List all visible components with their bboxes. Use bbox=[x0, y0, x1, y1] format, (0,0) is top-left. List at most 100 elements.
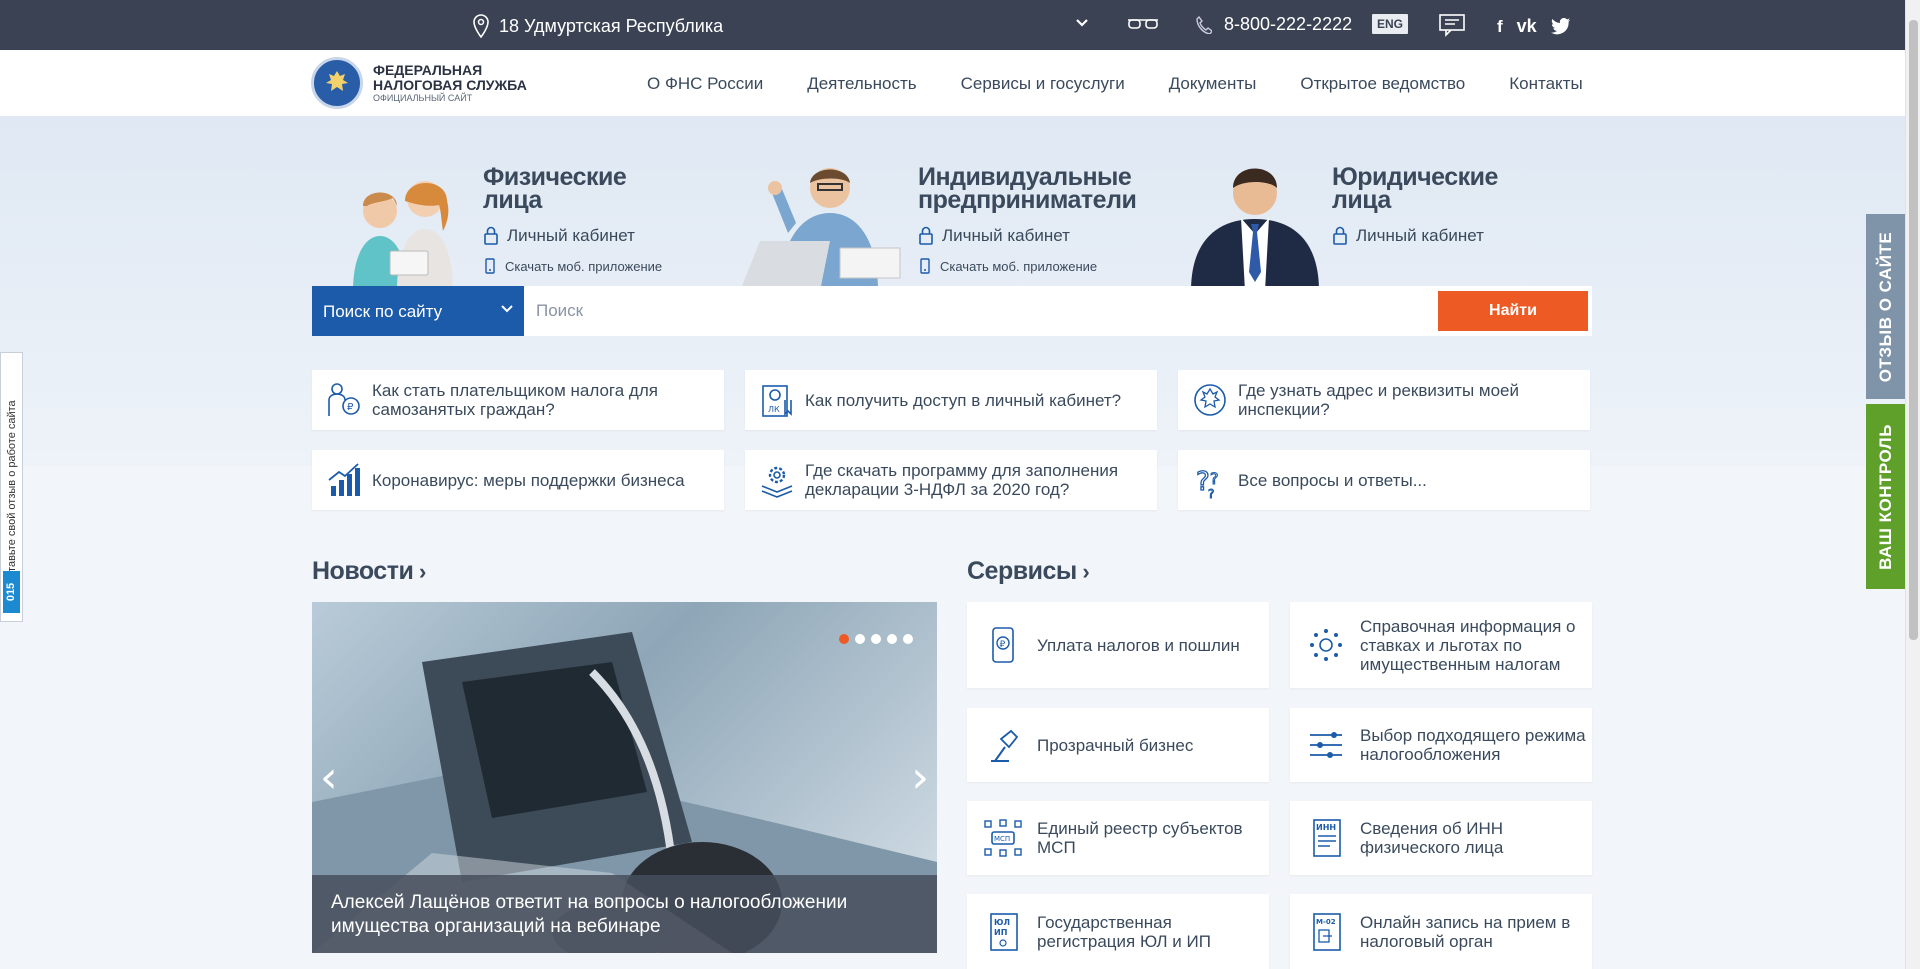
vk-icon[interactable]: vk bbox=[1517, 16, 1537, 37]
site-search: Поиск по сайту Найти bbox=[312, 286, 1592, 336]
appointment-icon: М-02 bbox=[1306, 912, 1346, 952]
quick-link-declaration-software[interactable]: Где скачать программу для заполнения дек… bbox=[745, 450, 1157, 510]
lock-icon bbox=[1333, 226, 1347, 245]
nav-services[interactable]: Сервисы и госуслуги bbox=[961, 74, 1125, 94]
payment-phone-icon: ₽ bbox=[983, 625, 1023, 665]
slider-prev-icon[interactable]: ‹ bbox=[320, 752, 338, 803]
phone-icon bbox=[1196, 15, 1212, 34]
service-online-appointment[interactable]: М-02 Онлайн запись на прием в налоговый … bbox=[1290, 894, 1592, 969]
search-button[interactable]: Найти bbox=[1438, 291, 1588, 331]
accessibility-glasses-icon[interactable] bbox=[1126, 14, 1160, 39]
slider-dot[interactable] bbox=[903, 634, 913, 644]
search-input[interactable] bbox=[536, 296, 1436, 326]
news-title[interactable]: Новости › bbox=[312, 557, 426, 586]
growth-chart-icon bbox=[326, 460, 362, 500]
emblem-icon bbox=[311, 57, 363, 109]
lock-icon bbox=[484, 226, 498, 245]
quick-link-selfemployed[interactable]: ₽ Как стать плательщиком налога для само… bbox=[312, 370, 724, 430]
feedback-counter: 015 bbox=[3, 571, 20, 613]
logo-line1: ФЕДЕРАЛЬНАЯ bbox=[373, 62, 483, 78]
quick-link-cabinet-access[interactable]: ЛК Как получить доступ в личный кабинет? bbox=[745, 370, 1157, 430]
svg-text:МСП: МСП bbox=[994, 835, 1010, 843]
slider-dot[interactable] bbox=[855, 634, 865, 644]
individuals-cabinet-link[interactable]: Личный кабинет bbox=[483, 226, 635, 246]
site-feedback-tab[interactable]: ОТЗЫВ О САЙТЕ bbox=[1866, 214, 1906, 399]
your-control-tab[interactable]: ВАШ КОНТРОЛЬ bbox=[1866, 404, 1906, 589]
slider-dot[interactable] bbox=[839, 634, 849, 644]
quick-link-inspection-details[interactable]: Где узнать адрес и реквизиты моей инспек… bbox=[1178, 370, 1590, 430]
entrepreneurs-app-link[interactable]: Скачать моб. приложение bbox=[920, 258, 1097, 274]
entrepreneurs-photo[interactable] bbox=[740, 158, 910, 291]
twitter-icon[interactable] bbox=[1550, 18, 1571, 35]
site-header: ФЕДЕРАЛЬНАЯ НАЛОГОВАЯ СЛУЖБА ОФИЦИАЛЬНЫЙ… bbox=[0, 50, 1905, 116]
sliders-icon bbox=[1306, 725, 1346, 765]
top-bar: 18 Удмуртская Республика 8-800-222-2222 … bbox=[0, 0, 1905, 50]
search-scope-select[interactable]: Поиск по сайту bbox=[312, 286, 524, 336]
mobile-phone-icon bbox=[920, 258, 930, 274]
entrepreneurs-title[interactable]: Индивидуальные предприниматели bbox=[918, 165, 1137, 213]
region-label[interactable]: 18 Удмуртская Республика bbox=[499, 16, 723, 37]
service-msp-registry[interactable]: МСП Единый реестр субъектов МСП bbox=[967, 801, 1269, 875]
svg-text:₽: ₽ bbox=[1000, 640, 1006, 650]
nav-documents[interactable]: Документы bbox=[1169, 74, 1257, 94]
lock-icon bbox=[919, 226, 933, 245]
svg-text:ЛК: ЛК bbox=[768, 405, 780, 414]
page-scrollbar[interactable] bbox=[1905, 0, 1920, 969]
service-state-registration[interactable]: ЮЛ ИП Государственная регистрация ЮЛ и ИП bbox=[967, 894, 1269, 969]
service-inn-info[interactable]: ИНН Сведения об ИНН физического лица bbox=[1290, 801, 1592, 875]
services-title[interactable]: Сервисы › bbox=[967, 557, 1090, 586]
legal-entities-cabinet-link[interactable]: Личный кабинет bbox=[1332, 226, 1484, 246]
property-info-icon bbox=[1306, 625, 1346, 665]
registration-icon: ЮЛ ИП bbox=[983, 912, 1023, 952]
slider-dot[interactable] bbox=[887, 634, 897, 644]
nav-activity[interactable]: Деятельность bbox=[807, 74, 916, 94]
service-property-tax-info[interactable]: Справочная информация о ставках и льгота… bbox=[1290, 602, 1592, 688]
language-switch[interactable]: ENG bbox=[1372, 14, 1409, 34]
svg-text:ИП: ИП bbox=[994, 928, 1007, 937]
quick-link-covid-support[interactable]: Коронавирус: меры поддержки бизнеса bbox=[312, 450, 724, 510]
software-gear-icon bbox=[759, 460, 795, 500]
location-pin-icon bbox=[473, 14, 489, 38]
service-tax-regime[interactable]: Выбор подходящего режима налогообложения bbox=[1290, 708, 1592, 782]
individuals-title[interactable]: Физические лица bbox=[483, 165, 627, 213]
msp-registry-icon: МСП bbox=[983, 818, 1023, 858]
svg-text:ИНН: ИНН bbox=[1316, 823, 1336, 832]
entrepreneurs-cabinet-link[interactable]: Личный кабинет bbox=[918, 226, 1070, 246]
slider-dots bbox=[839, 634, 913, 644]
left-feedback-text: Оставьте свой отзыв о работе сайта bbox=[6, 400, 18, 586]
slider-dot[interactable] bbox=[871, 634, 881, 644]
news-slider[interactable]: ‹ › Алексей Лащёнов ответит на вопросы о… bbox=[312, 602, 937, 953]
region-selector[interactable]: 18 Удмуртская Республика bbox=[473, 14, 723, 38]
emblem-icon bbox=[1192, 380, 1228, 420]
questions-icon: ??? bbox=[1192, 460, 1228, 500]
news-caption[interactable]: Алексей Лащёнов ответит на вопросы о нал… bbox=[312, 875, 937, 953]
quick-link-all-questions[interactable]: ??? Все вопросы и ответы... bbox=[1178, 450, 1590, 510]
fns-logo[interactable]: ФЕДЕРАЛЬНАЯ НАЛОГОВАЯ СЛУЖБА ОФИЦИАЛЬНЫЙ… bbox=[311, 57, 527, 109]
feedback-chat-icon[interactable] bbox=[1438, 13, 1466, 42]
svg-text:ЮЛ: ЮЛ bbox=[994, 918, 1010, 927]
svg-text:?: ? bbox=[1208, 487, 1214, 500]
svg-text:М-02: М-02 bbox=[1316, 918, 1336, 926]
individuals-app-link[interactable]: Скачать моб. приложение bbox=[485, 258, 662, 274]
cabinet-key-icon: ЛК bbox=[759, 380, 795, 420]
hotline-phone[interactable]: 8-800-222-2222 bbox=[1196, 14, 1352, 35]
nav-open-agency[interactable]: Открытое ведомство bbox=[1300, 74, 1465, 94]
scrollbar-thumb[interactable] bbox=[1909, 20, 1918, 640]
nav-contacts[interactable]: Контакты bbox=[1509, 74, 1582, 94]
legal-entities-photo[interactable] bbox=[1185, 158, 1325, 291]
service-transparent-business[interactable]: Прозрачный бизнес bbox=[967, 708, 1269, 782]
service-tax-payment[interactable]: ₽ Уплата налогов и пошлин bbox=[967, 602, 1269, 688]
logo-line3: ОФИЦИАЛЬНЫЙ САЙТ bbox=[373, 93, 473, 103]
inn-document-icon: ИНН bbox=[1306, 818, 1346, 858]
slider-next-icon[interactable]: › bbox=[911, 752, 929, 803]
left-feedback-widget[interactable]: Оставьте свой отзыв о работе сайта 015 bbox=[0, 352, 23, 622]
individuals-photo[interactable] bbox=[335, 171, 465, 291]
nav-about[interactable]: О ФНС России bbox=[647, 74, 763, 94]
svg-text:?: ? bbox=[1210, 469, 1219, 488]
legal-entities-title[interactable]: Юридические лица bbox=[1332, 165, 1498, 213]
main-nav: О ФНС России Деятельность Сервисы и госу… bbox=[647, 74, 1583, 94]
chevron-down-icon[interactable] bbox=[1075, 16, 1089, 34]
phone-number[interactable]: 8-800-222-2222 bbox=[1224, 14, 1352, 35]
svg-text:₽: ₽ bbox=[347, 402, 354, 413]
facebook-icon[interactable]: f bbox=[1497, 17, 1503, 37]
